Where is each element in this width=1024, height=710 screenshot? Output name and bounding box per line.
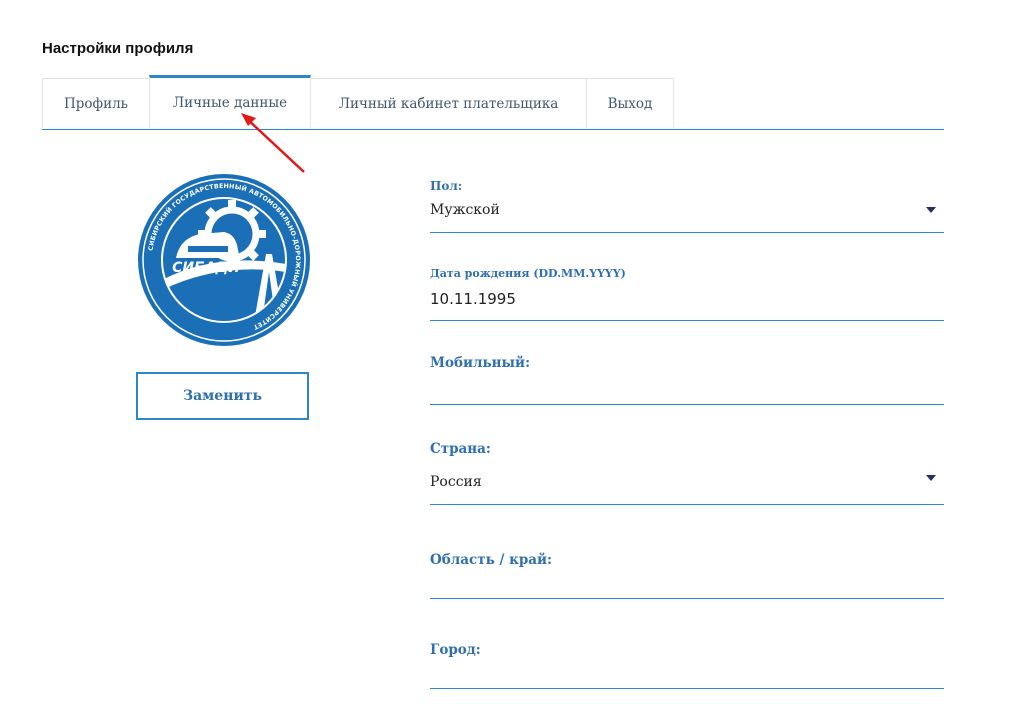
- logo-text: СИБАДИ: [172, 260, 240, 276]
- tab-bar: Профиль Личные данные Личный кабинет пла…: [42, 75, 944, 130]
- mobile-field[interactable]: Мобильный:: [430, 352, 944, 405]
- birth-date-value: 10.11.1995: [430, 290, 516, 308]
- country-value: Россия: [430, 474, 482, 490]
- caret-down-icon: [926, 475, 936, 481]
- tab-profile[interactable]: Профиль: [42, 78, 150, 128]
- gender-value: Мужской: [430, 202, 500, 218]
- page-title: Настройки профиля: [42, 40, 194, 57]
- caret-down-icon: [926, 207, 936, 213]
- birth-date-label: Дата рождения (DD.MM.YYYY): [430, 267, 626, 280]
- sibadi-logo-icon: СИБИРСКИЙ ГОСУДАРСТВЕННЫЙ АВТОМОБИЛЬНО-Д…: [138, 174, 310, 346]
- city-field[interactable]: Город:: [430, 638, 944, 689]
- tab-logout[interactable]: Выход: [586, 78, 674, 128]
- region-label: Область / край:: [430, 552, 553, 568]
- gender-label: Пол:: [430, 179, 463, 193]
- mobile-label: Мобильный:: [430, 355, 531, 371]
- annotation-arrow-icon: [241, 113, 305, 173]
- avatar: СИБИРСКИЙ ГОСУДАРСТВЕННЫЙ АВТОМОБИЛЬНО-Д…: [136, 172, 312, 348]
- replace-avatar-button[interactable]: Заменить: [136, 372, 309, 420]
- tab-payer-account[interactable]: Личный кабинет плательщика: [310, 78, 587, 128]
- country-label: Страна:: [430, 441, 491, 457]
- country-select[interactable]: Страна: Россия: [430, 438, 944, 505]
- profile-settings-page: Настройки профиля Профиль Личные данные …: [0, 0, 1024, 710]
- gender-select[interactable]: Пол: Мужской: [430, 176, 944, 233]
- city-label: Город:: [430, 642, 481, 658]
- region-field[interactable]: Область / край:: [430, 548, 944, 599]
- birth-date-field[interactable]: Дата рождения (DD.MM.YYYY) 10.11.1995: [430, 264, 944, 321]
